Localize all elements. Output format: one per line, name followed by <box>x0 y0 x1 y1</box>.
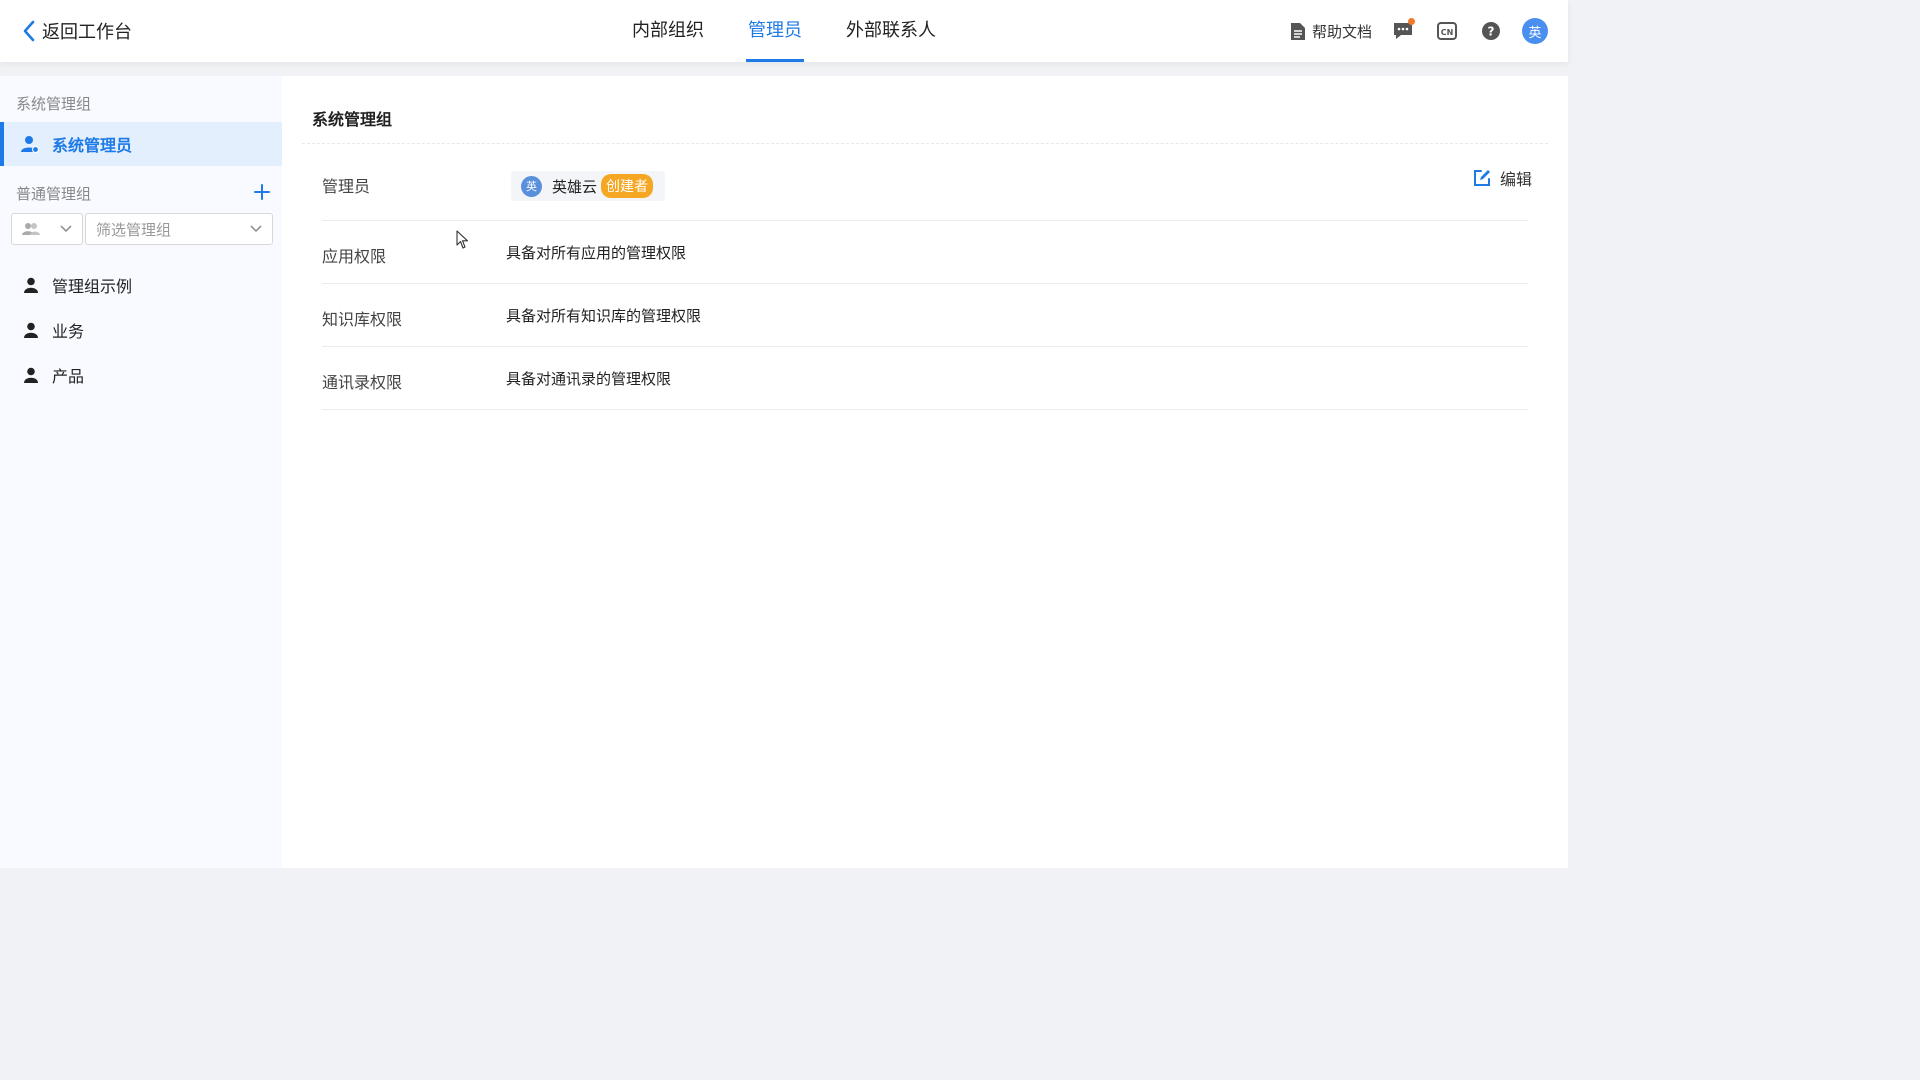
back-label: 返回工作台 <box>42 22 132 43</box>
permission-value: 具备对所有知识库的管理权限 <box>506 307 702 325</box>
permission-value: 具备对所有应用的管理权限 <box>506 244 687 262</box>
permission-label: 通讯录权限 <box>322 373 403 392</box>
chevron-left-icon <box>23 20 35 42</box>
admin-row: 管理员 英 英雄云 创建者 <box>322 153 1528 221</box>
system-group-title: 系统管理组 <box>16 95 92 113</box>
permission-row-knowledge: 知识库权限 具备对所有知识库的管理权限 <box>322 284 1528 347</box>
sidebar-item-product[interactable]: 产品 <box>0 352 282 397</box>
tab-label: 外部联系人 <box>846 20 936 41</box>
admin-row-label: 管理员 <box>322 177 371 196</box>
tab-admins[interactable]: 管理员 <box>746 0 804 62</box>
tab-internal-org[interactable]: 内部组织 <box>630 0 706 62</box>
group-label: 管理组示例 <box>52 276 133 296</box>
tab-label: 内部组织 <box>632 20 704 41</box>
group-list: 管理组示例 业务 产品 <box>0 262 282 397</box>
help-button[interactable]: ? <box>1478 18 1504 44</box>
sidebar-item-label: 系统管理员 <box>52 136 133 155</box>
chevron-down-icon <box>250 225 262 233</box>
sidebar-item-group-example[interactable]: 管理组示例 <box>0 262 282 307</box>
main-area: 系统管理组 系统管理员 普通管理组 筛选管理组 管理组示例 业务 产品 系统管理… <box>0 76 1568 868</box>
message-button[interactable] <box>1390 18 1416 44</box>
admin-chip[interactable]: 英 英雄云 创建者 <box>511 171 666 201</box>
admin-name: 英雄云 <box>552 177 598 196</box>
normal-group-title: 普通管理组 <box>16 185 92 203</box>
group-type-select[interactable] <box>11 213 83 245</box>
admin-group-detail: 系统管理组 编辑 管理员 英 英雄云 创建者 应用权限 具备对所有应用的管理权限… <box>302 76 1548 868</box>
permission-row-contacts: 通讯录权限 具备对通讯录的管理权限 <box>322 347 1528 410</box>
permission-label: 应用权限 <box>322 247 387 266</box>
back-to-workbench-link[interactable]: 返回工作台 <box>22 18 132 44</box>
language-cn-icon: CN <box>1437 22 1457 40</box>
group-label: 产品 <box>52 366 85 386</box>
permission-label: 知识库权限 <box>322 310 403 329</box>
tab-label: 管理员 <box>748 20 802 41</box>
svg-text:?: ? <box>1488 25 1495 39</box>
svg-text:CN: CN <box>1441 28 1454 37</box>
help-doc-button[interactable]: 帮助文档 <box>1290 21 1372 42</box>
sidebar-item-business[interactable]: 业务 <box>0 307 282 352</box>
question-icon: ? <box>1482 22 1500 40</box>
creator-badge: 创建者 <box>601 174 654 198</box>
title-divider <box>302 143 1548 144</box>
permission-row-app: 应用权限 具备对所有应用的管理权限 <box>322 221 1528 284</box>
permission-value: 具备对通讯录的管理权限 <box>506 370 672 388</box>
tab-external-contacts[interactable]: 外部联系人 <box>844 0 938 62</box>
group-filter-select[interactable]: 筛选管理组 <box>85 213 273 245</box>
user-icon <box>24 367 38 383</box>
filter-placeholder: 筛选管理组 <box>96 220 172 239</box>
admin-user-icon <box>21 136 39 153</box>
add-group-button[interactable] <box>252 182 272 202</box>
document-icon <box>1290 22 1305 40</box>
sidebar: 系统管理组 系统管理员 普通管理组 筛选管理组 管理组示例 业务 产品 <box>0 76 282 868</box>
user-icon <box>24 277 38 293</box>
sidebar-item-system-admin[interactable]: 系统管理员 <box>0 122 282 166</box>
mouse-cursor-icon <box>456 230 469 249</box>
language-button[interactable]: CN <box>1434 18 1460 44</box>
top-bar: 返回工作台 内部组织 管理员 外部联系人 帮助文档 CN ? 英 <box>0 0 1568 62</box>
help-doc-label: 帮助文档 <box>1311 22 1372 41</box>
page-title: 系统管理组 <box>312 110 393 129</box>
avatar: 英 <box>521 175 542 197</box>
notification-dot <box>1408 18 1415 25</box>
users-icon <box>22 223 40 235</box>
user-avatar[interactable]: 英 <box>1522 18 1548 44</box>
group-label: 业务 <box>52 321 85 341</box>
group-filter-row: 筛选管理组 <box>11 213 273 245</box>
chevron-down-icon <box>60 225 72 233</box>
plus-icon <box>254 184 270 200</box>
header-tools: 帮助文档 CN ? 英 <box>1290 0 1548 62</box>
user-icon <box>24 322 38 338</box>
